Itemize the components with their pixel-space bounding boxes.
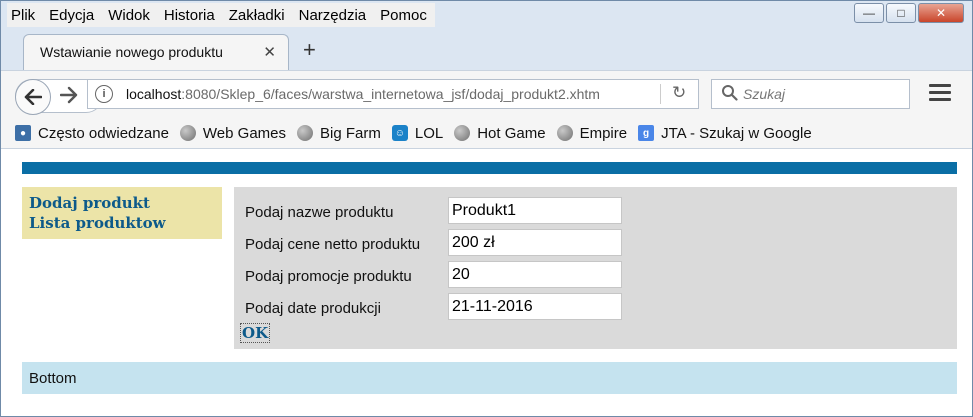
- page-content: Dodaj produkt Lista produktow Podaj nazw…: [1, 148, 972, 416]
- close-icon: ✕: [935, 6, 947, 20]
- ok-button[interactable]: OK: [240, 323, 271, 343]
- bookmark-label: Hot Game: [477, 124, 546, 142]
- bookmark-label: JTA - Szukaj w Google: [661, 124, 812, 142]
- hamburger-menu-icon[interactable]: [929, 84, 951, 105]
- globe-icon: [454, 125, 471, 141]
- product-form: Podaj nazwe produktu Podaj cene netto pr…: [234, 187, 957, 349]
- label-cena: Podaj cene netto produktu: [245, 236, 421, 253]
- globe-icon: [297, 125, 314, 141]
- google-icon: g: [638, 125, 655, 141]
- back-arrow-icon: [24, 89, 42, 105]
- bookmark-label: Web Games: [202, 124, 287, 142]
- navigation-bar: i localhost:8080/Sklep_6/faces/warstwa_i…: [1, 70, 972, 119]
- input-promocja[interactable]: [448, 261, 622, 288]
- input-cena[interactable]: [448, 229, 622, 256]
- bookmarks-bar: ● Często odwiedzane Web Games Big Farm ☺…: [1, 118, 972, 148]
- search-icon: [722, 85, 738, 101]
- maximize-icon: □: [897, 6, 905, 20]
- label-data: Podaj date produkcji: [245, 300, 381, 317]
- reload-icon[interactable]: ↻: [672, 83, 686, 103]
- url-host: localhost: [126, 86, 182, 102]
- globe-icon: [556, 125, 573, 141]
- input-data[interactable]: [448, 293, 622, 320]
- search-bar[interactable]: Szukaj: [711, 79, 910, 109]
- bookmark-label: Empire: [579, 124, 628, 142]
- menu-historia[interactable]: Historia: [164, 7, 215, 24]
- bookmark-jta-google[interactable]: g JTA - Szukaj w Google: [638, 125, 812, 142]
- label-promocja: Podaj promocje produktu: [245, 268, 412, 285]
- most-visited-icon: ●: [15, 125, 31, 141]
- menu-bar: Plik Edycja Widok Historia Zakładki Narz…: [7, 3, 435, 27]
- bookmark-web-games[interactable]: Web Games: [179, 124, 287, 142]
- input-nazwa[interactable]: [448, 197, 622, 224]
- url-divider: [660, 84, 661, 104]
- maximize-button[interactable]: □: [886, 3, 916, 23]
- search-input[interactable]: Szukaj: [743, 86, 785, 102]
- lol-icon: ☺: [391, 125, 408, 141]
- menu-zakladki[interactable]: Zakładki: [229, 7, 285, 24]
- tab-title: Wstawianie nowego produktu: [40, 44, 223, 60]
- minimize-icon: —: [863, 6, 875, 20]
- menu-plik[interactable]: Plik: [11, 7, 35, 24]
- bookmark-label: Big Farm: [320, 124, 381, 142]
- menu-edycja[interactable]: Edycja: [49, 7, 94, 24]
- bookmark-big-farm[interactable]: Big Farm: [297, 125, 381, 142]
- bookmark-lol[interactable]: ☺ LOL: [391, 124, 444, 142]
- tab-close-icon[interactable]: ✕: [263, 43, 276, 61]
- bookmark-label: LOL: [414, 124, 444, 142]
- url-path: :8080/Sklep_6/faces/warstwa_internetowa_…: [181, 86, 600, 102]
- menu-widok[interactable]: Widok: [108, 7, 150, 24]
- sidebar: Dodaj produkt Lista produktow: [22, 187, 222, 239]
- menu-narzedzia[interactable]: Narzędzia: [299, 7, 367, 24]
- new-tab-icon[interactable]: +: [303, 37, 316, 63]
- sidebar-link-dodaj-produkt[interactable]: Dodaj produkt: [29, 194, 150, 212]
- browser-window: Plik Edycja Widok Historia Zakładki Narz…: [0, 0, 973, 417]
- footer: Bottom: [22, 362, 957, 394]
- url-text[interactable]: localhost:8080/Sklep_6/faces/warstwa_int…: [126, 86, 600, 102]
- bookmark-empire[interactable]: Empire: [556, 124, 628, 142]
- back-button[interactable]: [15, 79, 51, 115]
- url-bar[interactable]: i localhost:8080/Sklep_6/faces/warstwa_i…: [87, 79, 699, 109]
- window-controls: — □ ✕: [852, 3, 964, 23]
- sidebar-link-lista-produktow[interactable]: Lista produktow: [29, 214, 166, 232]
- label-nazwa: Podaj nazwe produktu: [245, 204, 394, 221]
- close-window-button[interactable]: ✕: [918, 3, 964, 23]
- minimize-button[interactable]: —: [854, 3, 884, 23]
- header-bar: [22, 162, 957, 174]
- bookmark-hot-game[interactable]: Hot Game: [454, 124, 546, 142]
- info-icon[interactable]: i: [95, 85, 113, 103]
- bookmark-label: Często odwiedzane: [38, 124, 169, 142]
- forward-arrow-icon: [59, 86, 78, 104]
- bookmark-czesto-odwiedzane[interactable]: ● Często odwiedzane: [15, 125, 169, 142]
- menu-pomoc[interactable]: Pomoc: [380, 7, 427, 24]
- tab-active[interactable]: Wstawianie nowego produktu ✕: [23, 34, 289, 70]
- footer-text: Bottom: [29, 370, 77, 387]
- globe-icon: [179, 125, 196, 141]
- forward-button[interactable]: [59, 86, 78, 109]
